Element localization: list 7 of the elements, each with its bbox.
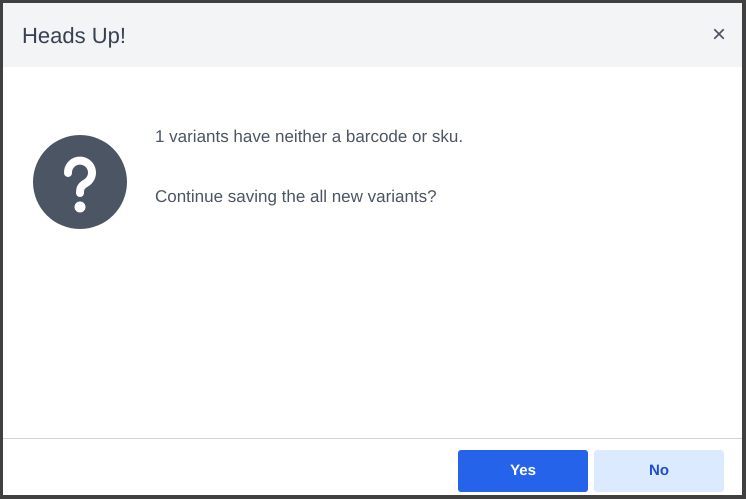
question-icon xyxy=(33,135,127,229)
no-button[interactable]: No xyxy=(594,450,724,492)
message-text: Continue saving the all new variants? xyxy=(155,186,438,208)
yes-button[interactable]: Yes xyxy=(458,450,588,492)
dialog-title: Heads Up! xyxy=(22,22,126,50)
message-text: 1 variants have neither a barcode or sku. xyxy=(155,126,464,148)
close-button[interactable]: × xyxy=(712,23,726,47)
